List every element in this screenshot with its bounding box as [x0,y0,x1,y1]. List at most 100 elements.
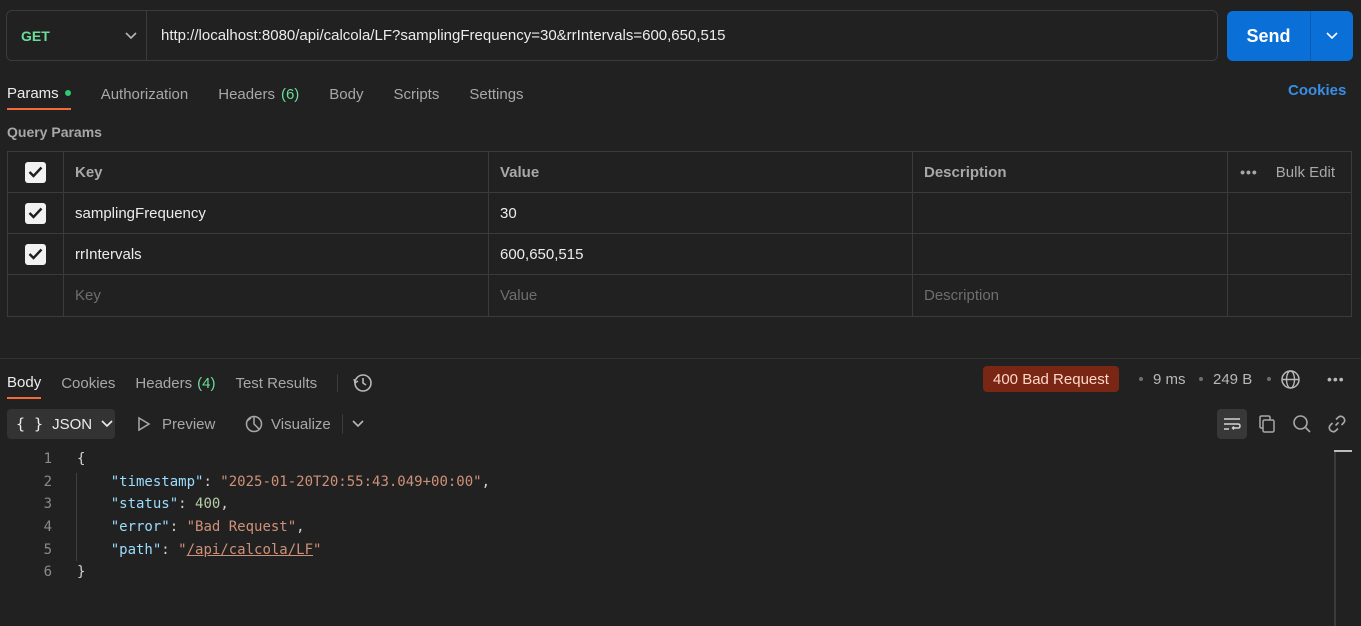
param-key-field[interactable]: samplingFrequency [64,193,489,233]
link-button[interactable] [1322,409,1352,439]
code-token: "error" [110,519,170,536]
new-description-input[interactable]: Description [913,275,1228,316]
tab-label: Body [329,85,364,103]
search-icon [1293,415,1311,433]
code-token: , [296,519,305,536]
code-line: 1{ [0,448,490,471]
code-token: "status" [110,496,179,513]
params-active-dot-icon [64,90,71,96]
line-number: 6 [43,564,52,581]
response-body-code[interactable]: 1{2 "timestamp": "2025-01-20T20:55:43.04… [0,448,490,584]
new-key-input[interactable]: Key [64,275,489,316]
line-number: 1 [43,451,52,468]
code-token: "timestamp" [110,473,204,490]
send-button[interactable]: Send [1227,11,1353,61]
column-header-value: Value [489,152,913,192]
visualize-button[interactable]: Visualize [244,409,364,439]
response-tab-headers[interactable]: Headers (4) [135,367,215,399]
link-icon [1328,415,1346,433]
copy-icon [1259,415,1275,433]
response-tab-test-results[interactable]: Test Results [235,367,317,399]
globe-icon[interactable] [1280,366,1301,392]
query-params-table: Key Value Description ••• Bulk Edit samp… [7,151,1352,317]
table-header-row: Key Value Description ••• Bulk Edit [8,152,1351,193]
select-all-checkbox[interactable] [25,161,46,183]
row-spacer [1228,193,1351,233]
code-token: : [161,541,179,558]
separator-dot [1139,377,1143,381]
panel-divider[interactable] [0,358,1361,359]
send-options-chevron-icon[interactable] [1311,11,1353,61]
tab-label: Body [7,373,42,391]
response-time[interactable]: 9 ms [1153,366,1186,392]
history-icon[interactable] [352,372,374,394]
code-token: "path" [110,541,162,558]
preview-button[interactable]: Preview [137,409,215,439]
code-token: , [220,496,229,513]
url-input[interactable]: http://localhost:8080/api/calcola/LF?sam… [147,27,726,44]
ellipsis-icon[interactable]: ••• [1240,164,1258,180]
new-value-input[interactable]: Value [489,275,913,316]
bulk-edit-button[interactable]: Bulk Edit [1276,164,1335,181]
response-tab-cookies[interactable]: Cookies [61,367,115,399]
preview-label: Preview [162,415,216,433]
status-badge[interactable]: 400 Bad Request [983,366,1119,392]
format-label: JSON [52,415,93,433]
visualize-icon [245,415,263,433]
param-key-field[interactable]: rrIntervals [64,234,489,274]
toolbar-separator [341,414,343,434]
line-number: 2 [43,473,52,490]
select-all-cell [8,152,64,192]
code-line: 4 "error": "Bad Request", [0,516,490,539]
table-row-empty: Key Value Description [8,275,1351,316]
code-text: "status": 400, [52,496,229,512]
format-select[interactable]: { } JSON [7,409,115,439]
response-tab-body[interactable]: Body [7,367,42,399]
line-number: 4 [43,519,52,536]
more-icon[interactable]: ••• [1327,366,1345,392]
visualize-label: Visualize [271,415,331,433]
separator-dot [1199,377,1203,381]
code-token[interactable]: /api/calcola/LF [187,542,313,558]
tab-label: Params [7,84,59,102]
tab-label: Headers [135,374,193,392]
tab-scripts[interactable]: Scripts [394,78,440,110]
param-value-field[interactable]: 30 [489,193,913,233]
vertical-scrollbar-track[interactable] [1334,450,1336,626]
row-spacer [1228,234,1351,274]
send-label: Send [1227,11,1311,61]
tab-body[interactable]: Body [329,78,363,110]
row-checkbox[interactable] [25,243,46,265]
search-button[interactable] [1287,409,1317,439]
method-select[interactable]: GET [7,11,147,60]
param-value-field[interactable]: 600,650,515 [489,234,913,274]
tab-headers[interactable]: Headers (6) [218,78,299,110]
chevron-down-icon [101,420,113,428]
url-bar: GET http://localhost:8080/api/calcola/LF… [6,10,1218,61]
chevron-down-icon [116,31,146,40]
wrap-lines-button[interactable] [1217,409,1247,439]
code-token: " [313,541,322,558]
tab-params[interactable]: Params [7,78,71,110]
cookies-link[interactable]: Cookies [1288,82,1346,99]
response-size[interactable]: 249 B [1213,366,1252,392]
code-token: "2025-01-20T20:55:43.049+00:00" [220,473,482,490]
vertical-scrollbar-thumb[interactable] [1334,450,1352,452]
row-check-cell [8,234,64,274]
copy-button[interactable] [1252,409,1282,439]
row-check-cell [8,275,64,316]
tab-settings[interactable]: Settings [469,78,523,110]
param-description-field[interactable] [913,234,1228,274]
row-checkbox[interactable] [25,202,46,224]
json-braces-icon: { } [16,415,44,433]
code-token: : [203,473,221,490]
code-line: 2 "timestamp": "2025-01-20T20:55:43.049+… [0,471,490,494]
code-token: 400 [195,496,221,513]
check-icon [28,166,43,178]
tab-authorization[interactable]: Authorization [101,78,189,110]
param-description-field[interactable] [913,193,1228,233]
code-line: 3 "status": 400, [0,493,490,516]
tab-count: (6) [280,85,300,103]
